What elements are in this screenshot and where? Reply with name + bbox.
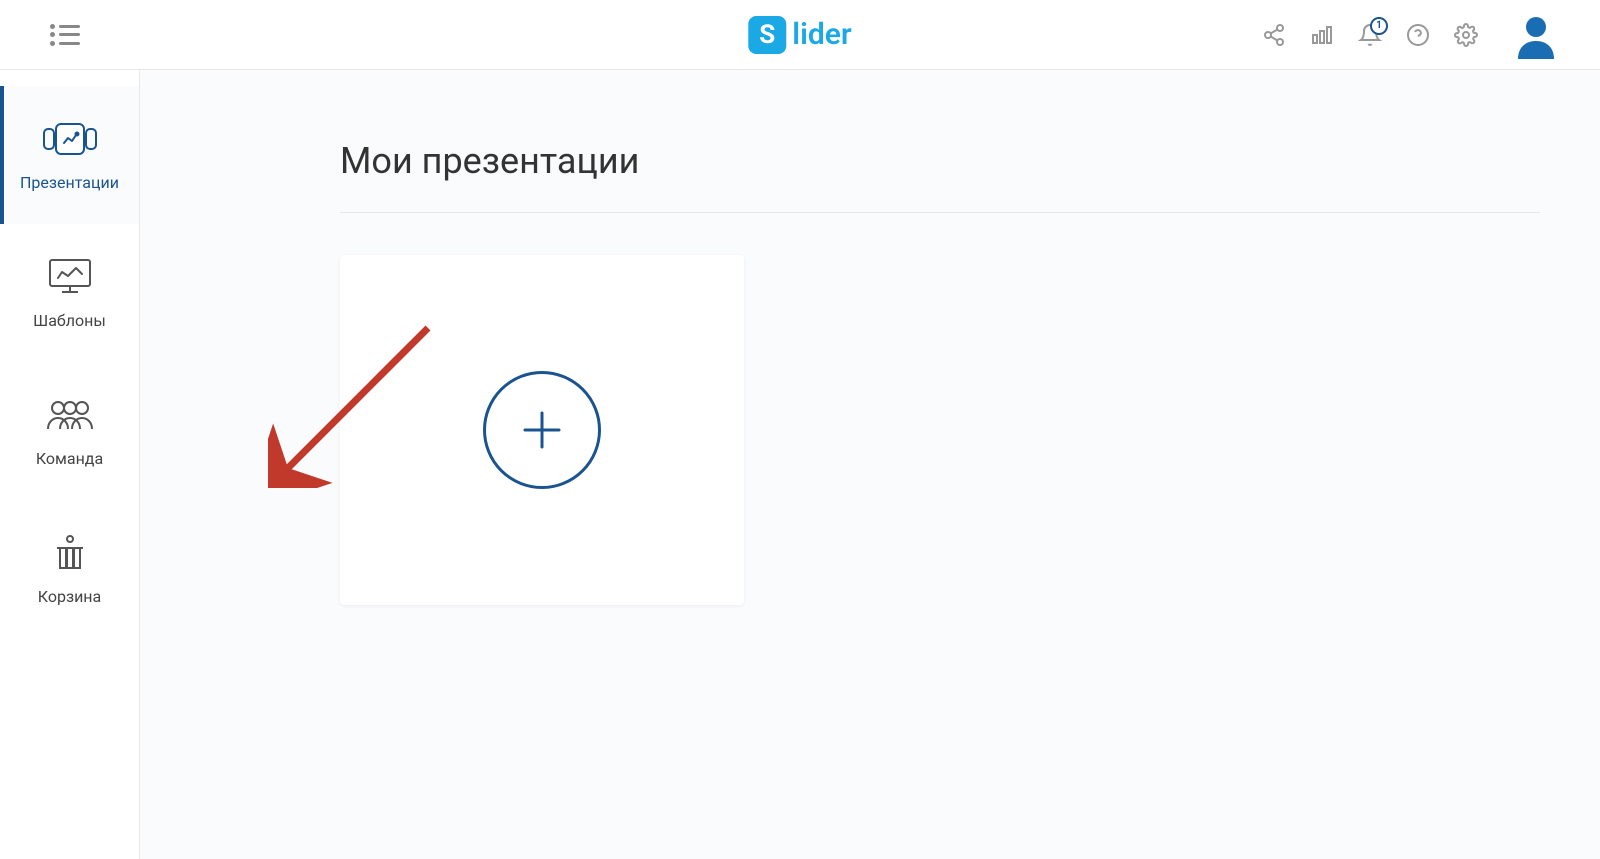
brand-name: lider <box>792 17 851 52</box>
avatar[interactable] <box>1512 11 1560 59</box>
header-actions: 1 <box>1262 11 1560 59</box>
brand-logo[interactable]: S lider <box>748 16 851 54</box>
team-icon <box>44 395 96 435</box>
gear-icon[interactable] <box>1454 23 1478 47</box>
trash-icon <box>53 533 87 573</box>
menu-toggle-button[interactable] <box>50 24 80 46</box>
presentations-icon <box>42 119 98 159</box>
create-presentation-card[interactable] <box>340 255 744 605</box>
sidebar-item-label: Шаблоны <box>33 311 106 330</box>
share-icon[interactable] <box>1262 23 1286 47</box>
layout: Презентации Шаблоны <box>0 70 1600 859</box>
header: S lider 1 <box>0 0 1600 70</box>
templates-icon <box>48 257 92 297</box>
stats-icon[interactable] <box>1310 23 1334 47</box>
divider <box>340 212 1540 213</box>
sidebar-item-templates[interactable]: Шаблоны <box>0 224 139 362</box>
sidebar-item-label: Команда <box>36 449 103 468</box>
sidebar-item-team[interactable]: Команда <box>0 362 139 500</box>
sidebar-item-label: Корзина <box>38 587 101 606</box>
sidebar-item-trash[interactable]: Корзина <box>0 500 139 638</box>
sidebar-item-label: Презентации <box>20 173 119 192</box>
notification-badge: 1 <box>1370 17 1388 35</box>
sidebar-item-presentations[interactable]: Презентации <box>0 86 139 224</box>
page-title: Мои презентации <box>340 140 1600 182</box>
sidebar: Презентации Шаблоны <box>0 70 140 859</box>
main-content: Мои презентации <box>140 70 1600 859</box>
bell-icon[interactable]: 1 <box>1358 23 1382 47</box>
help-icon[interactable] <box>1406 23 1430 47</box>
brand-logo-icon: S <box>748 16 786 54</box>
plus-circle-icon <box>483 371 601 489</box>
